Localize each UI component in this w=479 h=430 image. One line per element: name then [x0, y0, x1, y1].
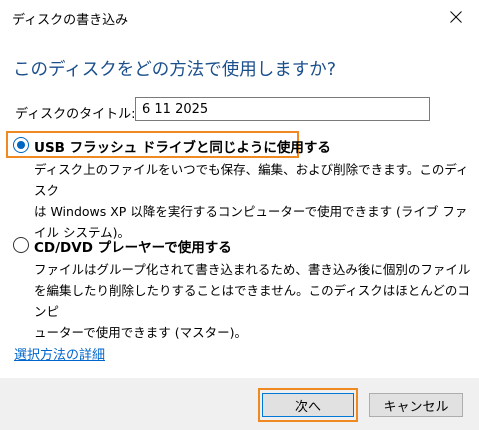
- footer: 次へ キャンセル: [0, 378, 479, 430]
- usb-desc-line-1: ディスク上のファイルをいつでも保存、編集、および削除できます。このディスク: [34, 162, 469, 198]
- cd-dvd-desc-line-3: ューターで使用できます (マスター)。: [34, 325, 247, 340]
- usb-option-label[interactable]: USB フラッシュ ドライブと同じように使用する: [34, 136, 331, 156]
- page-heading: このディスクをどの方法で使用しますか?: [13, 60, 337, 80]
- cd-dvd-option-description: ファイルはグループ化されて書き込まれるため、書き込み後に個別のファイル を編集し…: [34, 259, 474, 343]
- usb-desc-line-2: は Windows XP 以降を実行するコンピューターで使用できます (ライブ …: [34, 204, 468, 219]
- cd-dvd-radio[interactable]: [13, 237, 29, 253]
- close-button[interactable]: [433, 0, 479, 34]
- details-link[interactable]: 選択方法の詳細: [14, 344, 105, 363]
- title-bar: ディスクの書き込み: [0, 0, 479, 34]
- disc-title-input[interactable]: [135, 97, 430, 121]
- window-title: ディスクの書き込み: [12, 13, 129, 28]
- disc-title-label: ディスクのタイトル:: [15, 107, 136, 122]
- usb-option-description: ディスク上のファイルをいつでも保存、編集、および削除できます。このディスク は …: [34, 159, 474, 243]
- cd-dvd-desc-line-2: を編集したり削除したりすることはできません。このディスクはほとんどのコンピ: [34, 283, 470, 319]
- close-icon: [450, 11, 462, 23]
- next-button[interactable]: 次へ: [262, 393, 354, 417]
- cd-dvd-option-label[interactable]: CD/DVD プレーヤーで使用する: [34, 236, 232, 256]
- usb-radio[interactable]: [13, 137, 29, 153]
- cancel-button[interactable]: キャンセル: [369, 393, 463, 417]
- cd-dvd-desc-line-1: ファイルはグループ化されて書き込まれるため、書き込み後に個別のファイル: [34, 262, 471, 277]
